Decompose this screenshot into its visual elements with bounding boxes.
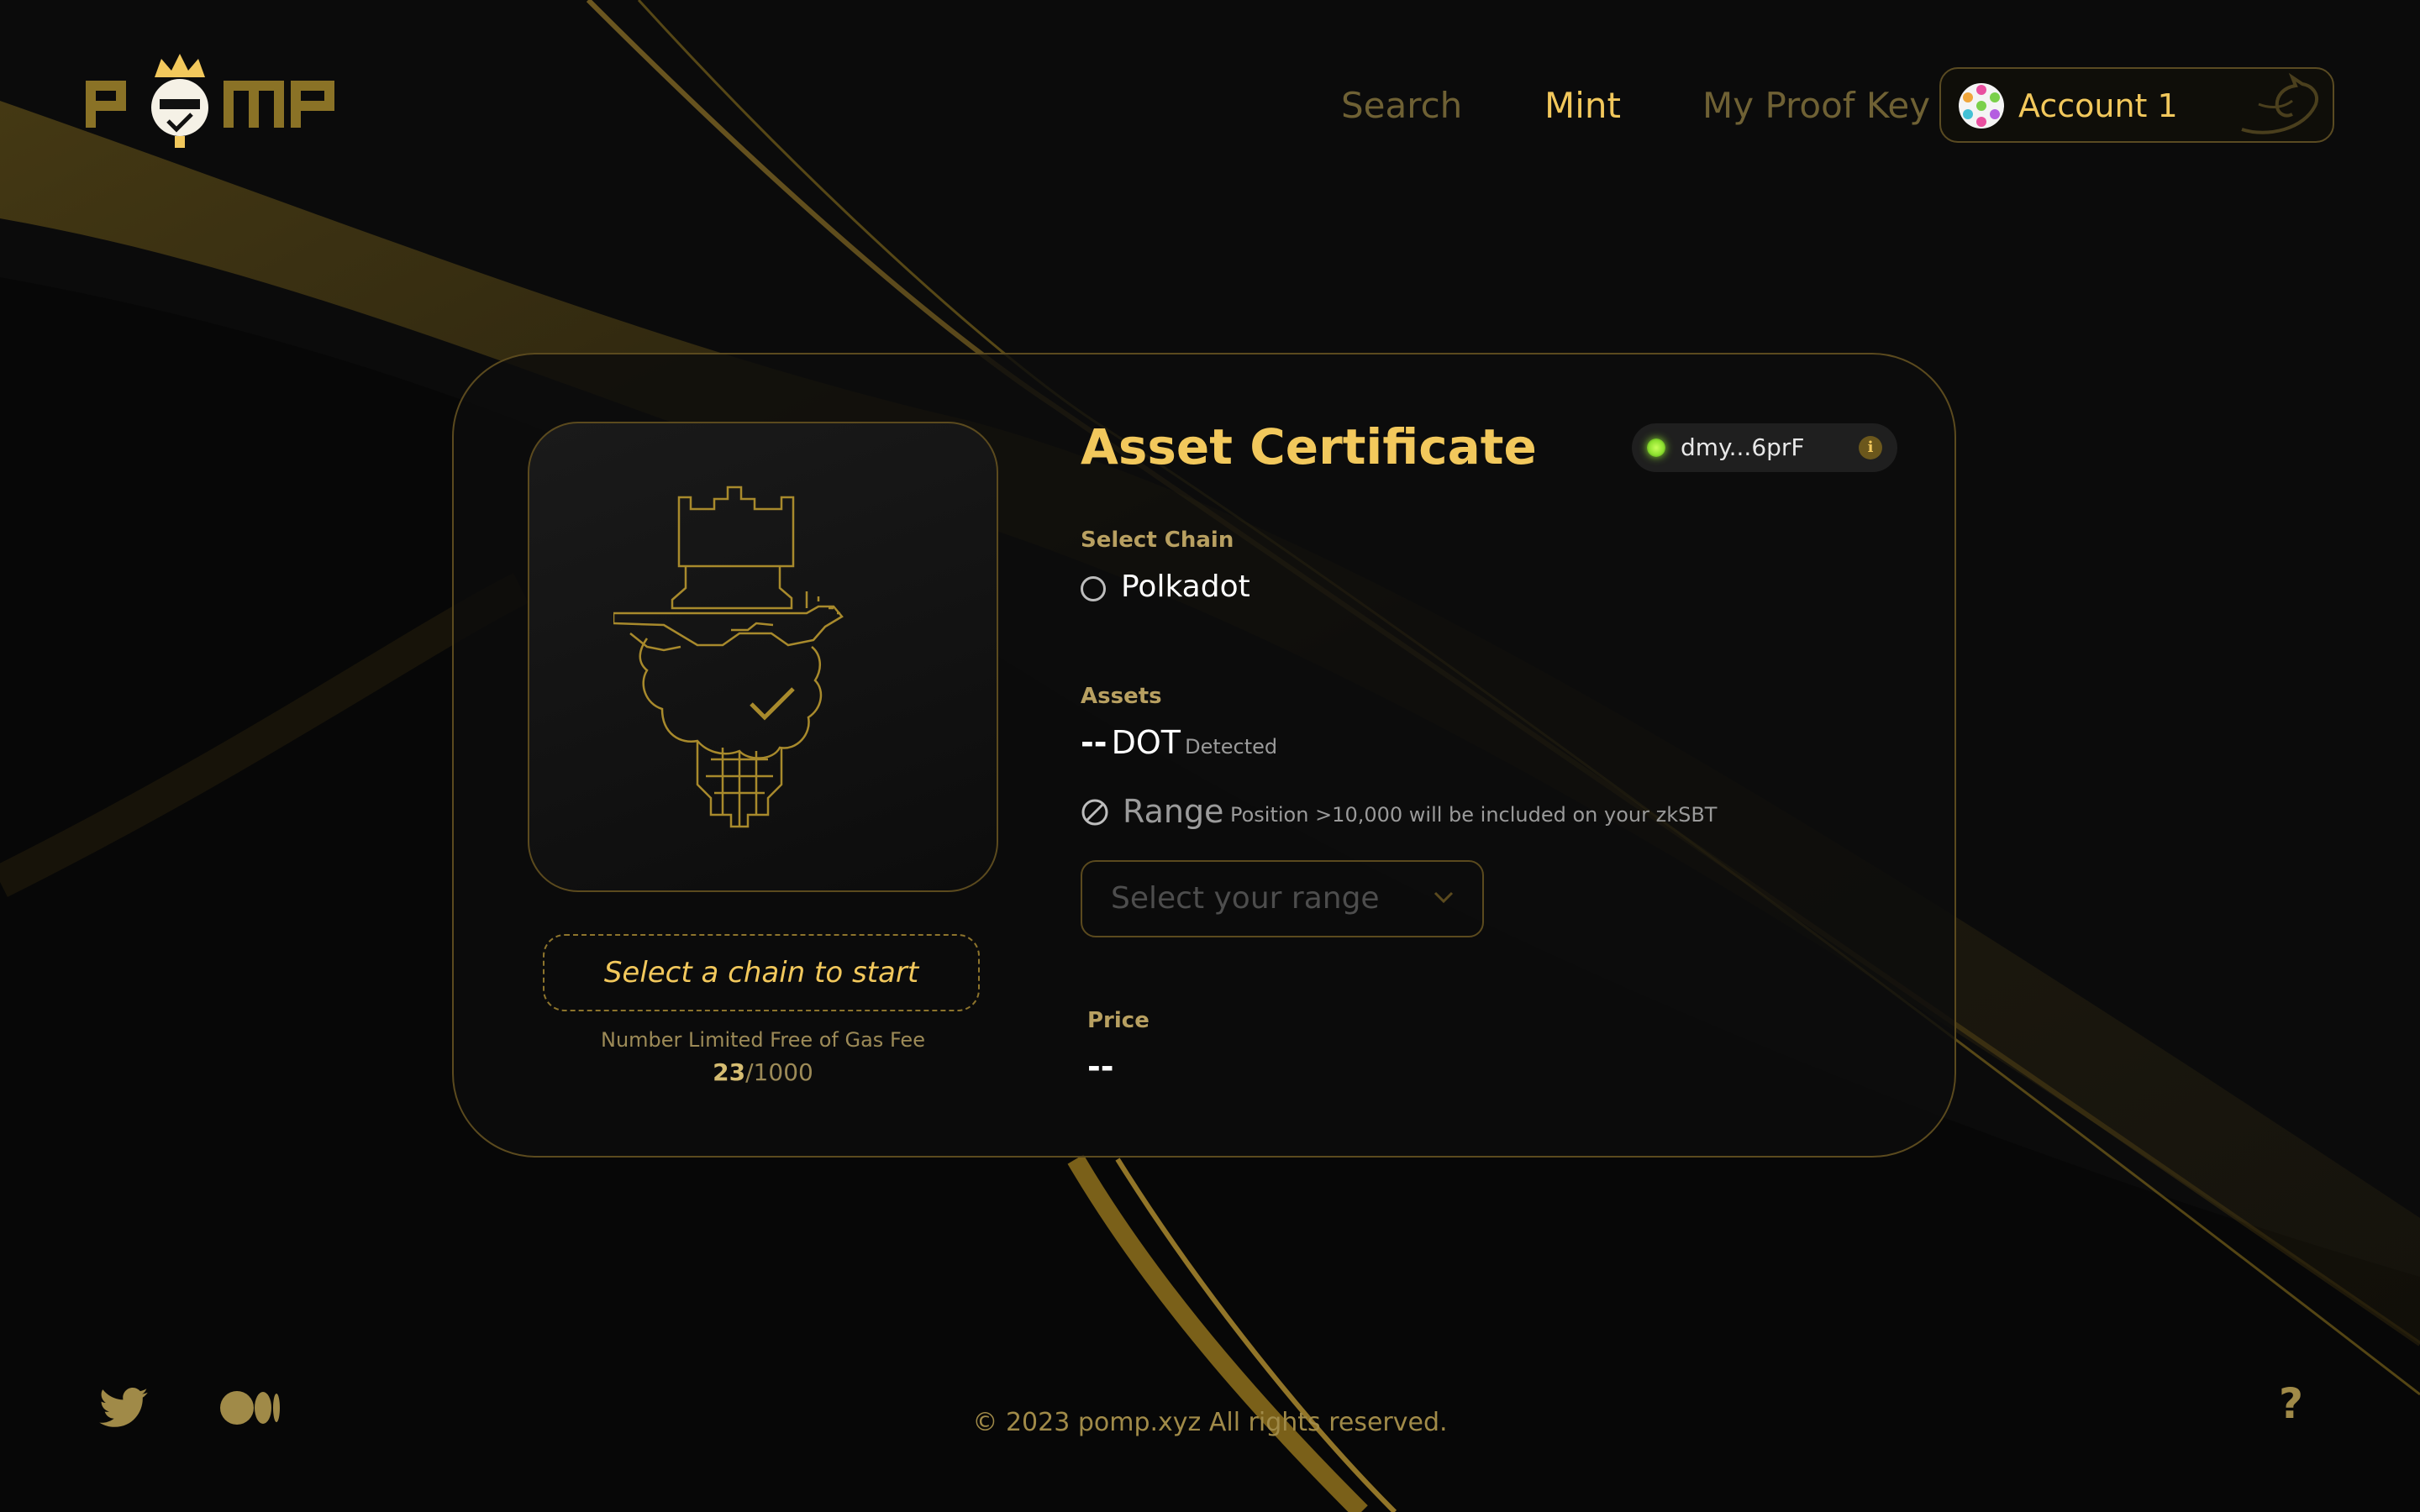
range-select-placeholder: Select your range xyxy=(1111,881,1380,916)
pomp-logo[interactable] xyxy=(81,52,341,151)
nav-my-proof-key[interactable]: My Proof Key xyxy=(1702,81,1930,131)
limit-total: /1000 xyxy=(745,1058,813,1086)
limit-current: 23 xyxy=(713,1058,746,1086)
assets-label: Assets xyxy=(1081,684,1162,709)
select-chain-label: Select Chain xyxy=(1081,528,1234,553)
account-name: Account 1 xyxy=(2018,87,2178,124)
free-limit-label: Number Limited Free of Gas Fee xyxy=(601,1028,925,1052)
polkadot-radio[interactable] xyxy=(1081,576,1106,601)
card-title: Asset Certificate xyxy=(1081,418,1537,475)
copyright-text: © 2023 pomp.xyz All rights reserved. xyxy=(972,1408,1448,1437)
help-icon[interactable]: ? xyxy=(2279,1379,2303,1428)
nav-mint[interactable]: Mint xyxy=(1544,81,1621,131)
bird-logo-icon xyxy=(2241,72,2318,134)
account-avatar-icon xyxy=(1959,83,2004,129)
nft-preview xyxy=(528,422,998,892)
chevron-down-icon xyxy=(1434,891,1454,904)
assets-unit: DOT xyxy=(1111,724,1181,761)
polkadot-option-label[interactable]: Polkadot xyxy=(1121,570,1250,604)
wallet-address: dmy...6prF xyxy=(1681,433,1805,461)
free-limit-count: 23/1000 xyxy=(528,1058,998,1086)
asset-certificate-card: Select a chain to start Number Limited F… xyxy=(452,353,1956,1158)
select-chain-start-button[interactable]: Select a chain to start xyxy=(543,934,980,1011)
disabled-icon xyxy=(1081,799,1108,826)
assets-status: Detected xyxy=(1185,735,1278,759)
wallet-address-pill: dmy...6prF i xyxy=(1632,423,1897,472)
pomp-mascot-outline-icon xyxy=(613,486,844,828)
range-select[interactable]: Select your range xyxy=(1081,860,1484,937)
range-label: Range xyxy=(1123,793,1224,830)
assets-amount: -- xyxy=(1081,724,1107,761)
assets-value: -- DOT Detected xyxy=(1081,724,1277,761)
info-icon[interactable]: i xyxy=(1859,436,1882,459)
price-value: -- xyxy=(1087,1048,1114,1085)
nav-search[interactable]: Search xyxy=(1341,81,1462,131)
price-label: Price xyxy=(1087,1008,1150,1033)
connected-status-dot xyxy=(1647,438,1665,457)
account-button[interactable]: Account 1 xyxy=(1939,67,2334,143)
page: Search Mint My Proof Key Account 1 Selec… xyxy=(0,0,2420,1512)
range-note: Position >10,000 will be included on you… xyxy=(1230,803,1718,827)
